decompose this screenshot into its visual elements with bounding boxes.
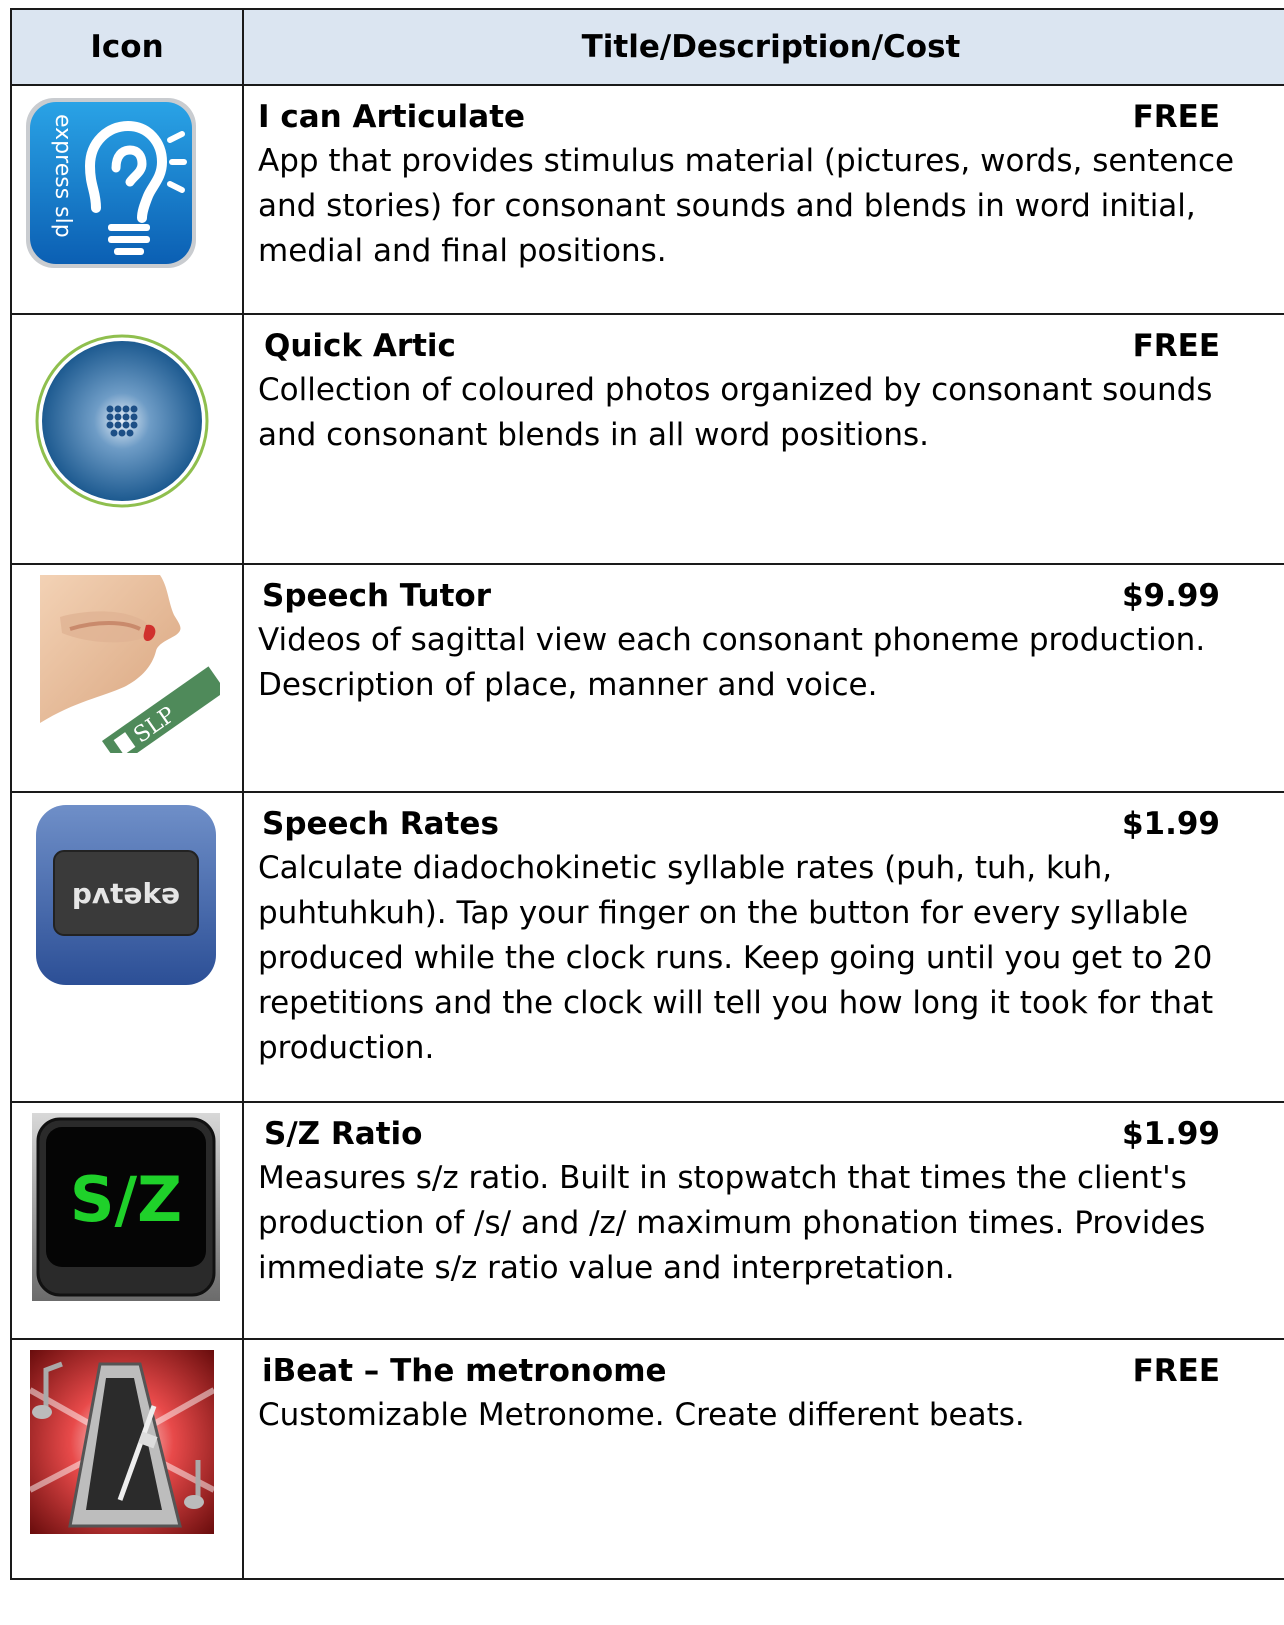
description-cell: iBeat – The metronome FREE Customizable … xyxy=(242,1338,1284,1580)
app-description: Measures s/z ratio. Built in stopwatch t… xyxy=(258,1160,1206,1286)
app-title: S/Z Ratio xyxy=(264,1116,423,1152)
app-description: Calculate diadochokinetic syllable rates… xyxy=(258,850,1214,1066)
app-title: Speech Rates xyxy=(262,806,499,842)
header-row: Icon Title/Description/Cost xyxy=(10,8,1284,86)
icon-cell: pʌtəkə xyxy=(10,791,244,1103)
speech-tutor-mouth-icon: SLP xyxy=(40,575,220,753)
description-cell: Speech Tutor $9.99 Videos of sagittal vi… xyxy=(242,563,1284,793)
app-title: Quick Artic xyxy=(264,328,456,364)
header-icon: Icon xyxy=(10,8,244,86)
description-cell: S/Z Ratio $1.99 Measures s/z ratio. Buil… xyxy=(242,1101,1284,1340)
apps-table: Icon Title/Description/Cost express slp … xyxy=(10,8,1284,1580)
icon-cell: S/Z xyxy=(10,1101,244,1340)
app-cost: $9.99 xyxy=(1121,578,1220,614)
table-row: SLP Speech Tutor $9.99 Videos of sagitta… xyxy=(10,563,1284,793)
icon-cell: express slp xyxy=(10,84,244,315)
app-description: App that provides stimulus material (pic… xyxy=(258,143,1235,269)
description-cell: I can Articulate FREE App that provides … xyxy=(242,84,1284,315)
app-cost: $1.99 xyxy=(1121,806,1220,842)
table-row: express slp I can Articulate FREE App th… xyxy=(10,84,1284,315)
sz-ratio-icon-text: S/Z xyxy=(70,1163,182,1236)
app-description: Videos of sagittal view each consonant p… xyxy=(258,622,1206,703)
app-cost: FREE xyxy=(1132,99,1220,135)
icon-cell xyxy=(10,1338,244,1580)
app-description: Collection of coloured photos organized … xyxy=(258,372,1213,453)
icon-cell: SLP xyxy=(10,563,244,793)
quick-artic-circle-icon xyxy=(35,334,209,508)
description-cell: Speech Rates $1.99 Calculate diadochokin… xyxy=(242,791,1284,1103)
app-title: Speech Tutor xyxy=(262,578,492,614)
header-details: Title/Description/Cost xyxy=(242,8,1284,86)
table-row: pʌtəkə Speech Rates $1.99 Calculate diad… xyxy=(10,791,1284,1103)
app-description: Customizable Metronome. Create different… xyxy=(258,1397,1025,1433)
speech-rates-pataka-icon: pʌtəkə xyxy=(36,805,216,985)
app-cost: $1.99 xyxy=(1121,1116,1220,1152)
table-row: iBeat – The metronome FREE Customizable … xyxy=(10,1338,1284,1580)
speech-rates-icon-text: pʌtəkə xyxy=(72,877,180,910)
icon-cell xyxy=(10,313,244,565)
metronome-icon xyxy=(30,1350,214,1534)
app-title: I can Articulate xyxy=(258,99,526,135)
description-cell: Quick Artic FREE Collection of coloured … xyxy=(242,313,1284,565)
table-row: Quick Artic FREE Collection of coloured … xyxy=(10,313,1284,565)
express-slp-ear-lightbulb-icon: express slp xyxy=(26,98,196,268)
app-cost: FREE xyxy=(1132,328,1220,364)
app-cost: FREE xyxy=(1132,1353,1220,1389)
app-title: iBeat – The metronome xyxy=(262,1353,667,1389)
express-slp-icon-text: express slp xyxy=(50,114,75,238)
table-row: S/Z S/Z Ratio $1.99 Measures s/z ratio. … xyxy=(10,1101,1284,1340)
sz-ratio-icon: S/Z xyxy=(32,1113,220,1301)
